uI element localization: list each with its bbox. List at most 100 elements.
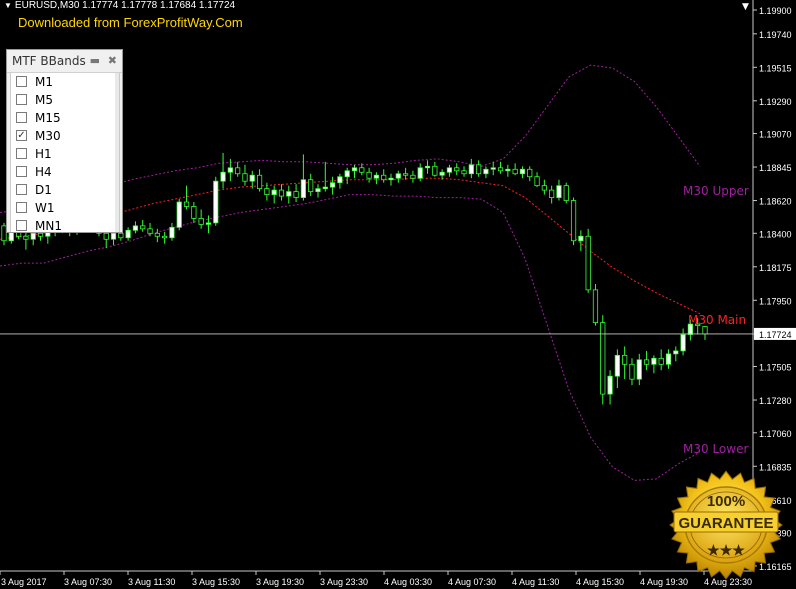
candle-body bbox=[636, 359, 642, 380]
band-labels: M30 Upper M30 Main M30 Lower bbox=[683, 184, 749, 456]
candle-body bbox=[578, 235, 584, 242]
price-tick-label: 1.17060 bbox=[759, 429, 792, 439]
timeframe-item-m1[interactable]: M1 bbox=[11, 73, 119, 91]
candle-body bbox=[293, 191, 299, 198]
current-price-label: 1.17724 bbox=[759, 330, 792, 340]
candle-body bbox=[154, 232, 160, 237]
time-tick-label: 4 Aug 15:30 bbox=[576, 577, 624, 587]
checkbox-icon[interactable] bbox=[16, 112, 27, 123]
checkbox-icon[interactable] bbox=[16, 202, 27, 213]
candle-body bbox=[468, 164, 474, 175]
candle-body bbox=[483, 168, 489, 175]
timeframe-item-m15[interactable]: M15 bbox=[11, 109, 119, 127]
candle-body bbox=[519, 168, 526, 175]
timeframe-item-h4[interactable]: H4 bbox=[11, 163, 119, 181]
timeframe-item-mn1[interactable]: MN1 bbox=[11, 217, 119, 232]
candle-body bbox=[512, 168, 518, 175]
candle-body bbox=[410, 174, 416, 179]
price-tick-label: 1.17950 bbox=[759, 296, 792, 306]
checkbox-icon[interactable] bbox=[16, 94, 27, 105]
time-tick-label: 3 Aug 2017 bbox=[1, 577, 47, 587]
price-tick-label: 1.17505 bbox=[759, 363, 792, 373]
candle-body bbox=[534, 176, 540, 187]
candle-body bbox=[446, 167, 453, 173]
candle-body bbox=[702, 326, 708, 335]
timeframe-label: M1 bbox=[35, 75, 53, 89]
candle-body bbox=[600, 322, 606, 395]
candle-body bbox=[103, 232, 109, 240]
candle-body bbox=[271, 189, 277, 195]
candle-body bbox=[264, 188, 270, 195]
candle-body bbox=[381, 174, 387, 181]
checkbox-icon[interactable] bbox=[16, 148, 27, 159]
candle-body bbox=[541, 185, 547, 191]
time-tick-label: 3 Aug 07:30 bbox=[64, 577, 112, 587]
chart-shift-icon[interactable]: ▼ bbox=[742, 2, 749, 12]
price-tick-label: 1.19070 bbox=[759, 130, 792, 140]
timeframe-item-m5[interactable]: M5 bbox=[11, 91, 119, 109]
symbol-line: EURUSD,M30 1.17774 1.17778 1.17684 1.177… bbox=[14, 0, 236, 11]
checkbox-icon[interactable] bbox=[16, 166, 27, 177]
candle-body bbox=[235, 167, 241, 175]
candle-body bbox=[505, 168, 511, 172]
timeframe-label: D1 bbox=[35, 183, 52, 197]
band-label-lower: M30 Lower bbox=[683, 442, 748, 456]
price-tick-label: 1.18400 bbox=[759, 229, 792, 239]
band-label-main: M30 Main bbox=[688, 313, 746, 327]
timeframe-list: M1 M5 M15 ✓ M30 H1 H4 D1 W1 MN1 bbox=[10, 73, 120, 232]
candle-body bbox=[315, 188, 321, 193]
timeframe-label: M15 bbox=[35, 111, 61, 125]
candle-body bbox=[563, 185, 569, 201]
candle-body bbox=[643, 359, 650, 365]
candle-body bbox=[527, 168, 533, 178]
timeframe-label: M30 bbox=[35, 129, 61, 143]
checkbox-checked-icon[interactable]: ✓ bbox=[16, 130, 27, 141]
candle-body bbox=[118, 232, 124, 239]
candle-body bbox=[592, 289, 599, 324]
close-icon[interactable]: ✖ bbox=[108, 50, 117, 72]
badge-guarantee: GUARANTEE bbox=[678, 515, 773, 532]
candle-body bbox=[607, 375, 613, 395]
checkbox-icon[interactable] bbox=[16, 184, 27, 195]
checkbox-icon[interactable] bbox=[16, 76, 27, 87]
candle-body bbox=[329, 182, 336, 188]
time-tick-label: 4 Aug 11:30 bbox=[512, 577, 559, 587]
candle-body bbox=[614, 354, 620, 377]
candle-body bbox=[162, 235, 168, 239]
mtf-bbands-panel: MTF BBands ▬ ✖ M1 M5 M15 ✓ M30 H1 H4 D1 W1 MN1 bbox=[6, 49, 123, 233]
checkbox-icon[interactable] bbox=[16, 220, 27, 231]
candle-body bbox=[37, 232, 44, 237]
candle-body bbox=[497, 167, 504, 172]
candle-body bbox=[658, 357, 664, 365]
candle-body bbox=[191, 206, 197, 219]
candle-body bbox=[242, 173, 248, 182]
timeframe-item-d1[interactable]: D1 bbox=[11, 181, 119, 199]
timeframe-item-w1[interactable]: W1 bbox=[11, 199, 119, 217]
price-tick-label: 1.17280 bbox=[759, 396, 792, 406]
candle-body bbox=[125, 229, 131, 239]
candle-body bbox=[286, 191, 292, 197]
panel-title: MTF BBands bbox=[12, 54, 86, 68]
candle-body bbox=[213, 180, 219, 224]
candle-body bbox=[300, 179, 306, 198]
candle-body bbox=[344, 170, 350, 178]
band-label-upper: M30 Upper bbox=[683, 184, 749, 198]
timeframe-item-h1[interactable]: H1 bbox=[11, 145, 119, 163]
timeframe-item-m30[interactable]: ✓ M30 bbox=[11, 127, 119, 145]
download-note: Downloaded from ForexProfitWay.Com bbox=[18, 15, 243, 30]
candle-body bbox=[140, 225, 146, 230]
time-tick-label: 3 Aug 15:30 bbox=[192, 577, 240, 587]
time-tick-label: 4 Aug 07:30 bbox=[448, 577, 496, 587]
candle-body bbox=[337, 176, 343, 184]
panel-titlebar[interactable]: MTF BBands ▬ ✖ bbox=[7, 50, 122, 73]
candle-body bbox=[8, 231, 14, 242]
candle-body bbox=[249, 174, 255, 182]
minimize-icon[interactable]: ▬ bbox=[90, 50, 100, 72]
candle-body bbox=[23, 235, 29, 240]
candle-body bbox=[549, 189, 555, 198]
time-axis[interactable]: 3 Aug 2017 3 Aug 07:30 3 Aug 11:30 3 Aug 15… bbox=[0, 570, 753, 587]
candle-body bbox=[220, 171, 226, 182]
price-tick-label: 1.18845 bbox=[759, 163, 792, 173]
candle-body bbox=[395, 173, 401, 179]
badge-stars: ★★★ bbox=[707, 542, 745, 558]
